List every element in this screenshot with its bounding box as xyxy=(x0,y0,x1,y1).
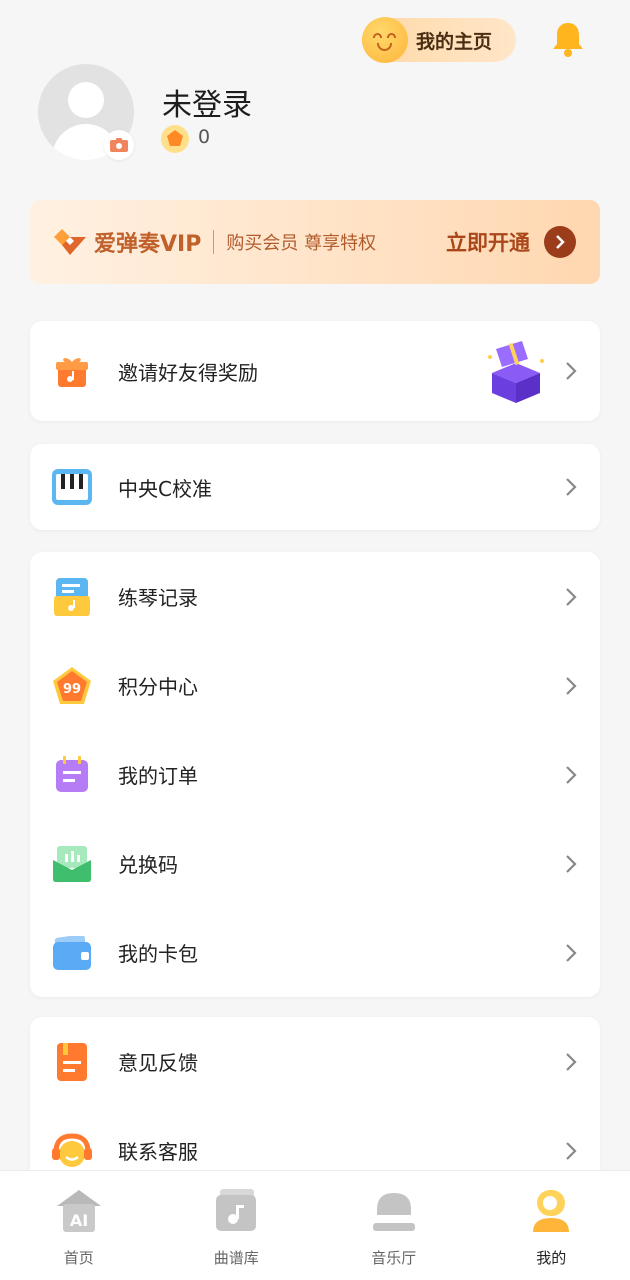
my-homepage-button[interactable]: 我的主页 xyxy=(362,17,516,63)
menu-item-customer-service[interactable]: 联系客服 xyxy=(30,1106,600,1170)
menu-item-redeem-code[interactable]: 兑换码 xyxy=(30,819,600,908)
menu-item-label: 中央C校准 xyxy=(118,476,212,501)
support-card: 意见反馈 联系客服 xyxy=(30,1017,600,1170)
bell-icon[interactable] xyxy=(550,20,586,58)
bottom-tab-bar: AI 首页 曲谱库 音乐厅 我的 xyxy=(0,1170,630,1280)
tab-sheet-library[interactable]: 曲谱库 xyxy=(158,1171,316,1280)
username[interactable]: 未登录 xyxy=(162,80,252,124)
camera-icon[interactable] xyxy=(104,130,134,160)
profile-icon xyxy=(527,1187,575,1235)
menu-item-calibrate[interactable]: 中央C校准 xyxy=(30,444,600,530)
tab-mine[interactable]: 我的 xyxy=(473,1171,630,1280)
tab-label: 首页 xyxy=(63,1249,94,1267)
menu-item-invite[interactable]: 邀请好友得奖励 xyxy=(30,321,600,421)
menu-item-label: 联系客服 xyxy=(118,1140,198,1164)
vip-logo-icon xyxy=(54,229,86,255)
menu-item-feedback[interactable]: 意见反馈 xyxy=(30,1017,600,1106)
vip-slogan: 购买会员 尊享特权 xyxy=(226,233,377,254)
menu-item-label: 我的卡包 xyxy=(118,942,198,966)
menu-item-label: 积分中心 xyxy=(118,675,198,699)
customer-service-icon xyxy=(52,1131,92,1171)
menu-item-points-center[interactable]: 99 积分中心 xyxy=(30,641,600,730)
chevron-right-icon xyxy=(566,1052,577,1071)
wallet-icon xyxy=(52,933,92,973)
points-icon: 99 xyxy=(52,666,92,706)
feedback-icon xyxy=(52,1042,92,1082)
coin-icon xyxy=(161,125,189,153)
redeem-code-icon xyxy=(52,844,92,884)
vip-open-button[interactable]: 立即开通 xyxy=(446,227,530,257)
gift-box-illustration-icon xyxy=(488,341,544,403)
menu-item-label: 兑换码 xyxy=(118,853,178,877)
tab-label: 音乐厅 xyxy=(371,1249,417,1267)
chevron-right-icon xyxy=(566,854,577,873)
menu-item-label: 邀请好友得奖励 xyxy=(118,360,258,385)
order-icon xyxy=(52,755,92,795)
gift-icon xyxy=(52,351,92,391)
profile-page: 我的主页 未登录 0 爱弹奏VIP 购买会员 尊享特权 立即开通 邀请好友得奖励… xyxy=(0,0,630,1170)
vip-divider xyxy=(213,230,215,254)
menu-item-my-wallet[interactable]: 我的卡包 xyxy=(30,908,600,997)
tab-label: 我的 xyxy=(536,1249,567,1267)
menu-item-label: 我的订单 xyxy=(118,764,198,788)
my-homepage-label: 我的主页 xyxy=(416,30,493,53)
vip-brand: 爱弹奏VIP xyxy=(94,232,202,257)
invite-card: 邀请好友得奖励 xyxy=(30,321,600,421)
chevron-right-icon xyxy=(566,943,577,962)
ai-home-icon: AI xyxy=(55,1187,103,1235)
tab-home[interactable]: AI 首页 xyxy=(0,1171,158,1280)
chevron-right-icon xyxy=(566,765,577,784)
tab-label: 曲谱库 xyxy=(213,1249,259,1267)
calibrate-card: 中央C校准 xyxy=(30,444,600,530)
coin-count: 0 xyxy=(198,126,211,148)
chevron-right-icon[interactable] xyxy=(544,226,576,258)
chevron-right-icon xyxy=(566,587,577,606)
menu-item-practice-record[interactable]: 练琴记录 xyxy=(30,552,600,641)
svg-text:99: 99 xyxy=(63,682,81,697)
chevron-right-icon xyxy=(566,1141,577,1160)
piano-hall-icon xyxy=(370,1187,418,1235)
chevron-right-icon xyxy=(566,676,577,695)
vip-banner[interactable]: 爱弹奏VIP 购买会员 尊享特权 立即开通 xyxy=(30,200,600,284)
practice-record-icon xyxy=(52,577,92,617)
svg-text:AI: AI xyxy=(70,1211,88,1230)
chevron-right-icon xyxy=(566,362,577,380)
tab-music-hall[interactable]: 音乐厅 xyxy=(315,1171,473,1280)
piano-icon xyxy=(52,467,92,507)
sheet-library-icon xyxy=(212,1187,260,1235)
features-card: 练琴记录 99 积分中心 我的订单 兑换码 我的卡包 xyxy=(30,552,600,997)
menu-item-label: 练琴记录 xyxy=(118,586,198,610)
menu-item-label: 意见反馈 xyxy=(118,1051,198,1075)
smiley-avatar-icon xyxy=(362,17,408,63)
menu-item-my-orders[interactable]: 我的订单 xyxy=(30,730,600,819)
chevron-right-icon xyxy=(566,478,577,496)
